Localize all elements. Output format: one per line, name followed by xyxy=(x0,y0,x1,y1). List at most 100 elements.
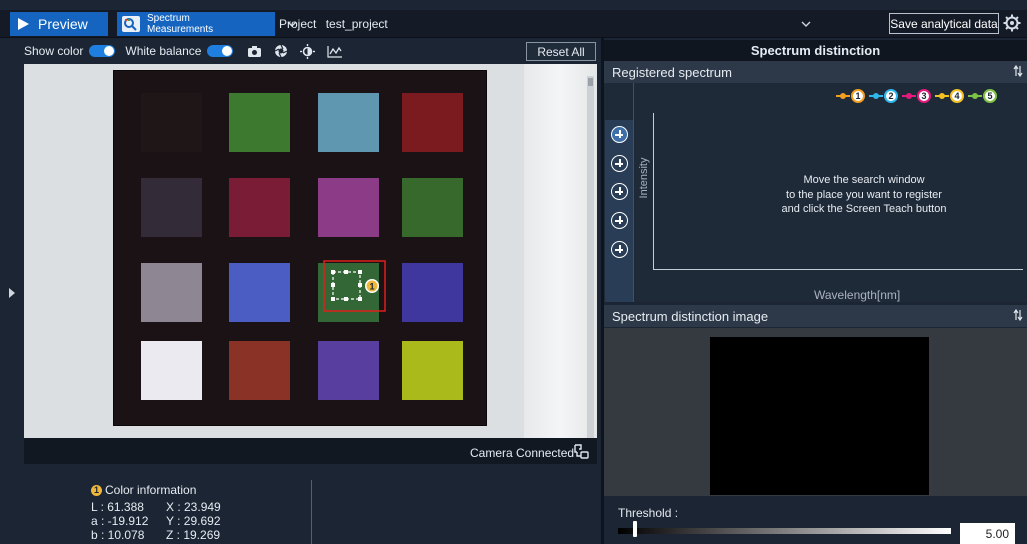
waveform-icon[interactable] xyxy=(327,45,343,58)
y-axis-label: Intensity xyxy=(638,157,650,199)
color-info-badge: 1 xyxy=(91,484,102,496)
legend-item: 3 xyxy=(902,89,931,103)
status-bar: Camera Connected xyxy=(24,438,597,464)
show-color-label: Show color xyxy=(24,44,84,58)
color-patch xyxy=(141,263,202,322)
threshold-value-box[interactable]: 5.00 xyxy=(960,523,1015,544)
legend-marker xyxy=(902,93,916,99)
legend-number: 3 xyxy=(917,89,931,103)
color-information-panel: 1 Color information L : 61.388 X : 23.949… xyxy=(18,470,601,544)
registered-spectrum-header: Registered spectrum xyxy=(604,61,1027,83)
threshold-slider-handle[interactable] xyxy=(632,521,637,537)
register-message: Move the search window to the place you … xyxy=(724,173,1004,217)
legend-item: 2 xyxy=(869,89,898,103)
white-balance-label: White balance xyxy=(125,44,202,58)
camera-connected-icon xyxy=(574,444,589,459)
registered-spectrum-plot: 1 2 3 4 5 Intensity Wavelength[nm] Move the … xyxy=(604,83,1027,302)
color-patch xyxy=(318,341,379,400)
distinction-image-area xyxy=(604,328,1027,496)
color-patch xyxy=(402,93,463,152)
color-info-title: Color information xyxy=(105,483,197,497)
color-patch xyxy=(402,341,463,400)
register-button-1[interactable] xyxy=(611,126,628,143)
register-button-3[interactable] xyxy=(611,183,628,200)
y-axis xyxy=(653,113,654,269)
top-bar: Preview Spectrum Measurements xyxy=(0,10,1027,38)
sort-arrows-icon[interactable] xyxy=(1013,65,1023,77)
legend-number: 5 xyxy=(983,89,997,103)
distinction-image-header: Spectrum distinction image xyxy=(604,305,1027,327)
registered-spectrum-title: Registered spectrum xyxy=(612,64,732,80)
reset-all-button[interactable]: Reset All xyxy=(526,42,596,61)
legend-item: 5 xyxy=(968,89,997,103)
register-button-5[interactable] xyxy=(611,241,628,258)
message-line3: and click the Screen Teach button xyxy=(781,203,947,215)
x-axis-label: Wavelength[nm] xyxy=(814,288,901,302)
image-toolbar: Show color White balance xyxy=(18,40,601,62)
value-a: a : -19.912 xyxy=(91,514,149,528)
value-y: Y : 29.692 xyxy=(166,514,221,528)
color-patches: 1 xyxy=(141,93,463,400)
expand-panel-icon[interactable] xyxy=(8,288,16,298)
white-balance-toggle[interactable] xyxy=(207,45,234,57)
value-z: Z : 19.269 xyxy=(166,528,221,542)
color-patch xyxy=(141,93,202,152)
threshold-label: Threshold : xyxy=(618,506,679,520)
scrollbar-thumb[interactable] xyxy=(588,78,593,86)
value-x: X : 23.949 xyxy=(166,500,221,514)
color-patch xyxy=(229,93,290,152)
camera-icon[interactable] xyxy=(247,45,262,58)
color-info-header: 1 Color information xyxy=(91,483,196,497)
threshold-slider-track[interactable] xyxy=(618,528,951,534)
color-patch xyxy=(141,341,202,400)
register-button-2[interactable] xyxy=(611,155,628,172)
color-patch xyxy=(229,263,290,322)
value-l: L : 61.388 xyxy=(91,500,144,514)
project-label: Project xyxy=(279,17,317,31)
preview-label: Preview xyxy=(38,16,88,32)
distinction-image-title: Spectrum distinction image xyxy=(612,308,769,324)
gear-icon[interactable] xyxy=(1003,14,1021,32)
value-b: b : 10.078 xyxy=(91,528,145,542)
message-line1: Move the search window xyxy=(803,174,925,186)
legend-item: 4 xyxy=(935,89,964,103)
color-patch xyxy=(141,178,202,237)
color-patch xyxy=(318,93,379,152)
show-color-toggle[interactable] xyxy=(89,45,116,57)
aperture-icon[interactable] xyxy=(274,44,288,58)
x-axis xyxy=(653,269,1023,270)
register-buttons-column xyxy=(605,120,633,302)
scrollbar-track[interactable] xyxy=(587,76,594,438)
project-chevron-down-icon[interactable] xyxy=(801,20,811,28)
color-info-values: L : 61.388 X : 23.949 a : -19.912 Y : 29.6… xyxy=(91,500,221,542)
message-line2: to the place you want to register xyxy=(786,188,942,201)
threshold-panel: Threshold : 5.00 xyxy=(604,496,1027,544)
spectrum-distinction-header: Spectrum distinction xyxy=(604,40,1027,61)
camera-image-view[interactable]: 1 xyxy=(24,64,597,438)
register-button-4[interactable] xyxy=(611,212,628,229)
color-patch xyxy=(402,178,463,237)
legend-number: 1 xyxy=(851,89,865,103)
color-info-divider xyxy=(311,480,312,544)
preview-button[interactable]: Preview xyxy=(10,12,108,36)
spectrum-label-line1: Spectrum xyxy=(147,12,190,24)
camera-connected-label: Camera Connected xyxy=(470,446,575,460)
spectrum-legend: 1 2 3 4 5 xyxy=(836,89,997,103)
legend-item: 1 xyxy=(836,89,865,103)
color-patch xyxy=(229,341,290,400)
legend-marker xyxy=(935,93,949,99)
spectrum-measurements-dropdown[interactable]: Spectrum Measurements xyxy=(117,12,297,36)
legend-number: 4 xyxy=(950,89,964,103)
spectrum-label-line2: Measurements xyxy=(147,23,214,35)
spectrum-search-icon xyxy=(122,16,140,32)
color-patch xyxy=(318,178,379,237)
legend-number: 2 xyxy=(884,89,898,103)
color-patch xyxy=(229,178,290,237)
project-selector[interactable]: Project test_project xyxy=(279,17,388,31)
sort-arrows-icon[interactable] xyxy=(1013,309,1023,321)
brightness-icon[interactable] xyxy=(300,43,316,59)
color-patch xyxy=(402,263,463,322)
save-analytical-data-button[interactable]: Save analytical data xyxy=(889,13,999,34)
play-icon xyxy=(18,18,29,30)
legend-marker xyxy=(968,93,982,99)
